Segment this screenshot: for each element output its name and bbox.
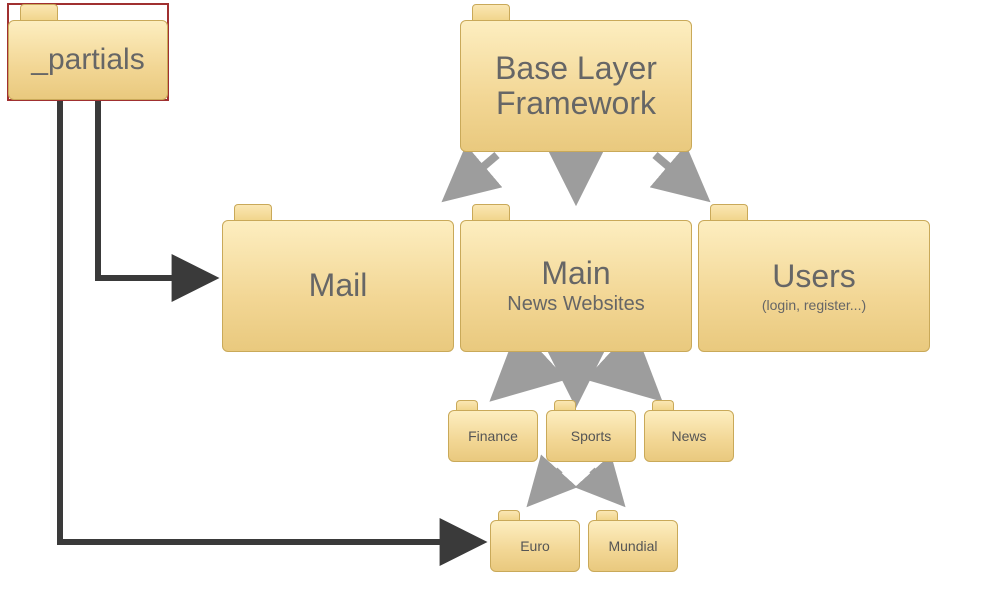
folder-base-line1: Base Layer	[495, 51, 657, 86]
folder-tab-icon	[472, 204, 510, 221]
folder-tab-icon	[234, 204, 272, 221]
folder-mail-label: Mail	[309, 268, 368, 303]
folder-partials-label: _partials	[31, 43, 144, 77]
folder-users: Users (login, register...)	[698, 204, 930, 352]
folder-sports-label: Sports	[571, 428, 611, 444]
folder-mundial-label: Mundial	[608, 538, 657, 554]
folder-finance-label: Finance	[468, 428, 518, 444]
folder-euro-label: Euro	[520, 538, 550, 554]
folder-users-label: Users	[772, 259, 856, 294]
folder-users-sub: (login, register...)	[762, 297, 866, 313]
folder-main-sub: News Websites	[507, 293, 644, 316]
folder-main: Main News Websites	[460, 204, 692, 352]
folder-news: News	[644, 400, 734, 462]
folder-tab-icon	[472, 4, 510, 21]
folder-main-label: Main	[541, 256, 610, 291]
folder-partials: _partials	[8, 4, 168, 100]
folder-sports: Sports	[546, 400, 636, 462]
folder-tab-icon	[710, 204, 748, 221]
folder-tab-icon	[20, 4, 58, 21]
folder-euro: Euro	[490, 510, 580, 572]
diagram-stage: _partials Base Layer Framework Mail Main…	[0, 0, 1000, 599]
folder-base: Base Layer Framework	[460, 4, 692, 152]
folder-mundial: Mundial	[588, 510, 678, 572]
folder-mail: Mail	[222, 204, 454, 352]
folder-news-label: News	[671, 428, 706, 444]
folder-finance: Finance	[448, 400, 538, 462]
folder-base-line2: Framework	[496, 86, 656, 121]
